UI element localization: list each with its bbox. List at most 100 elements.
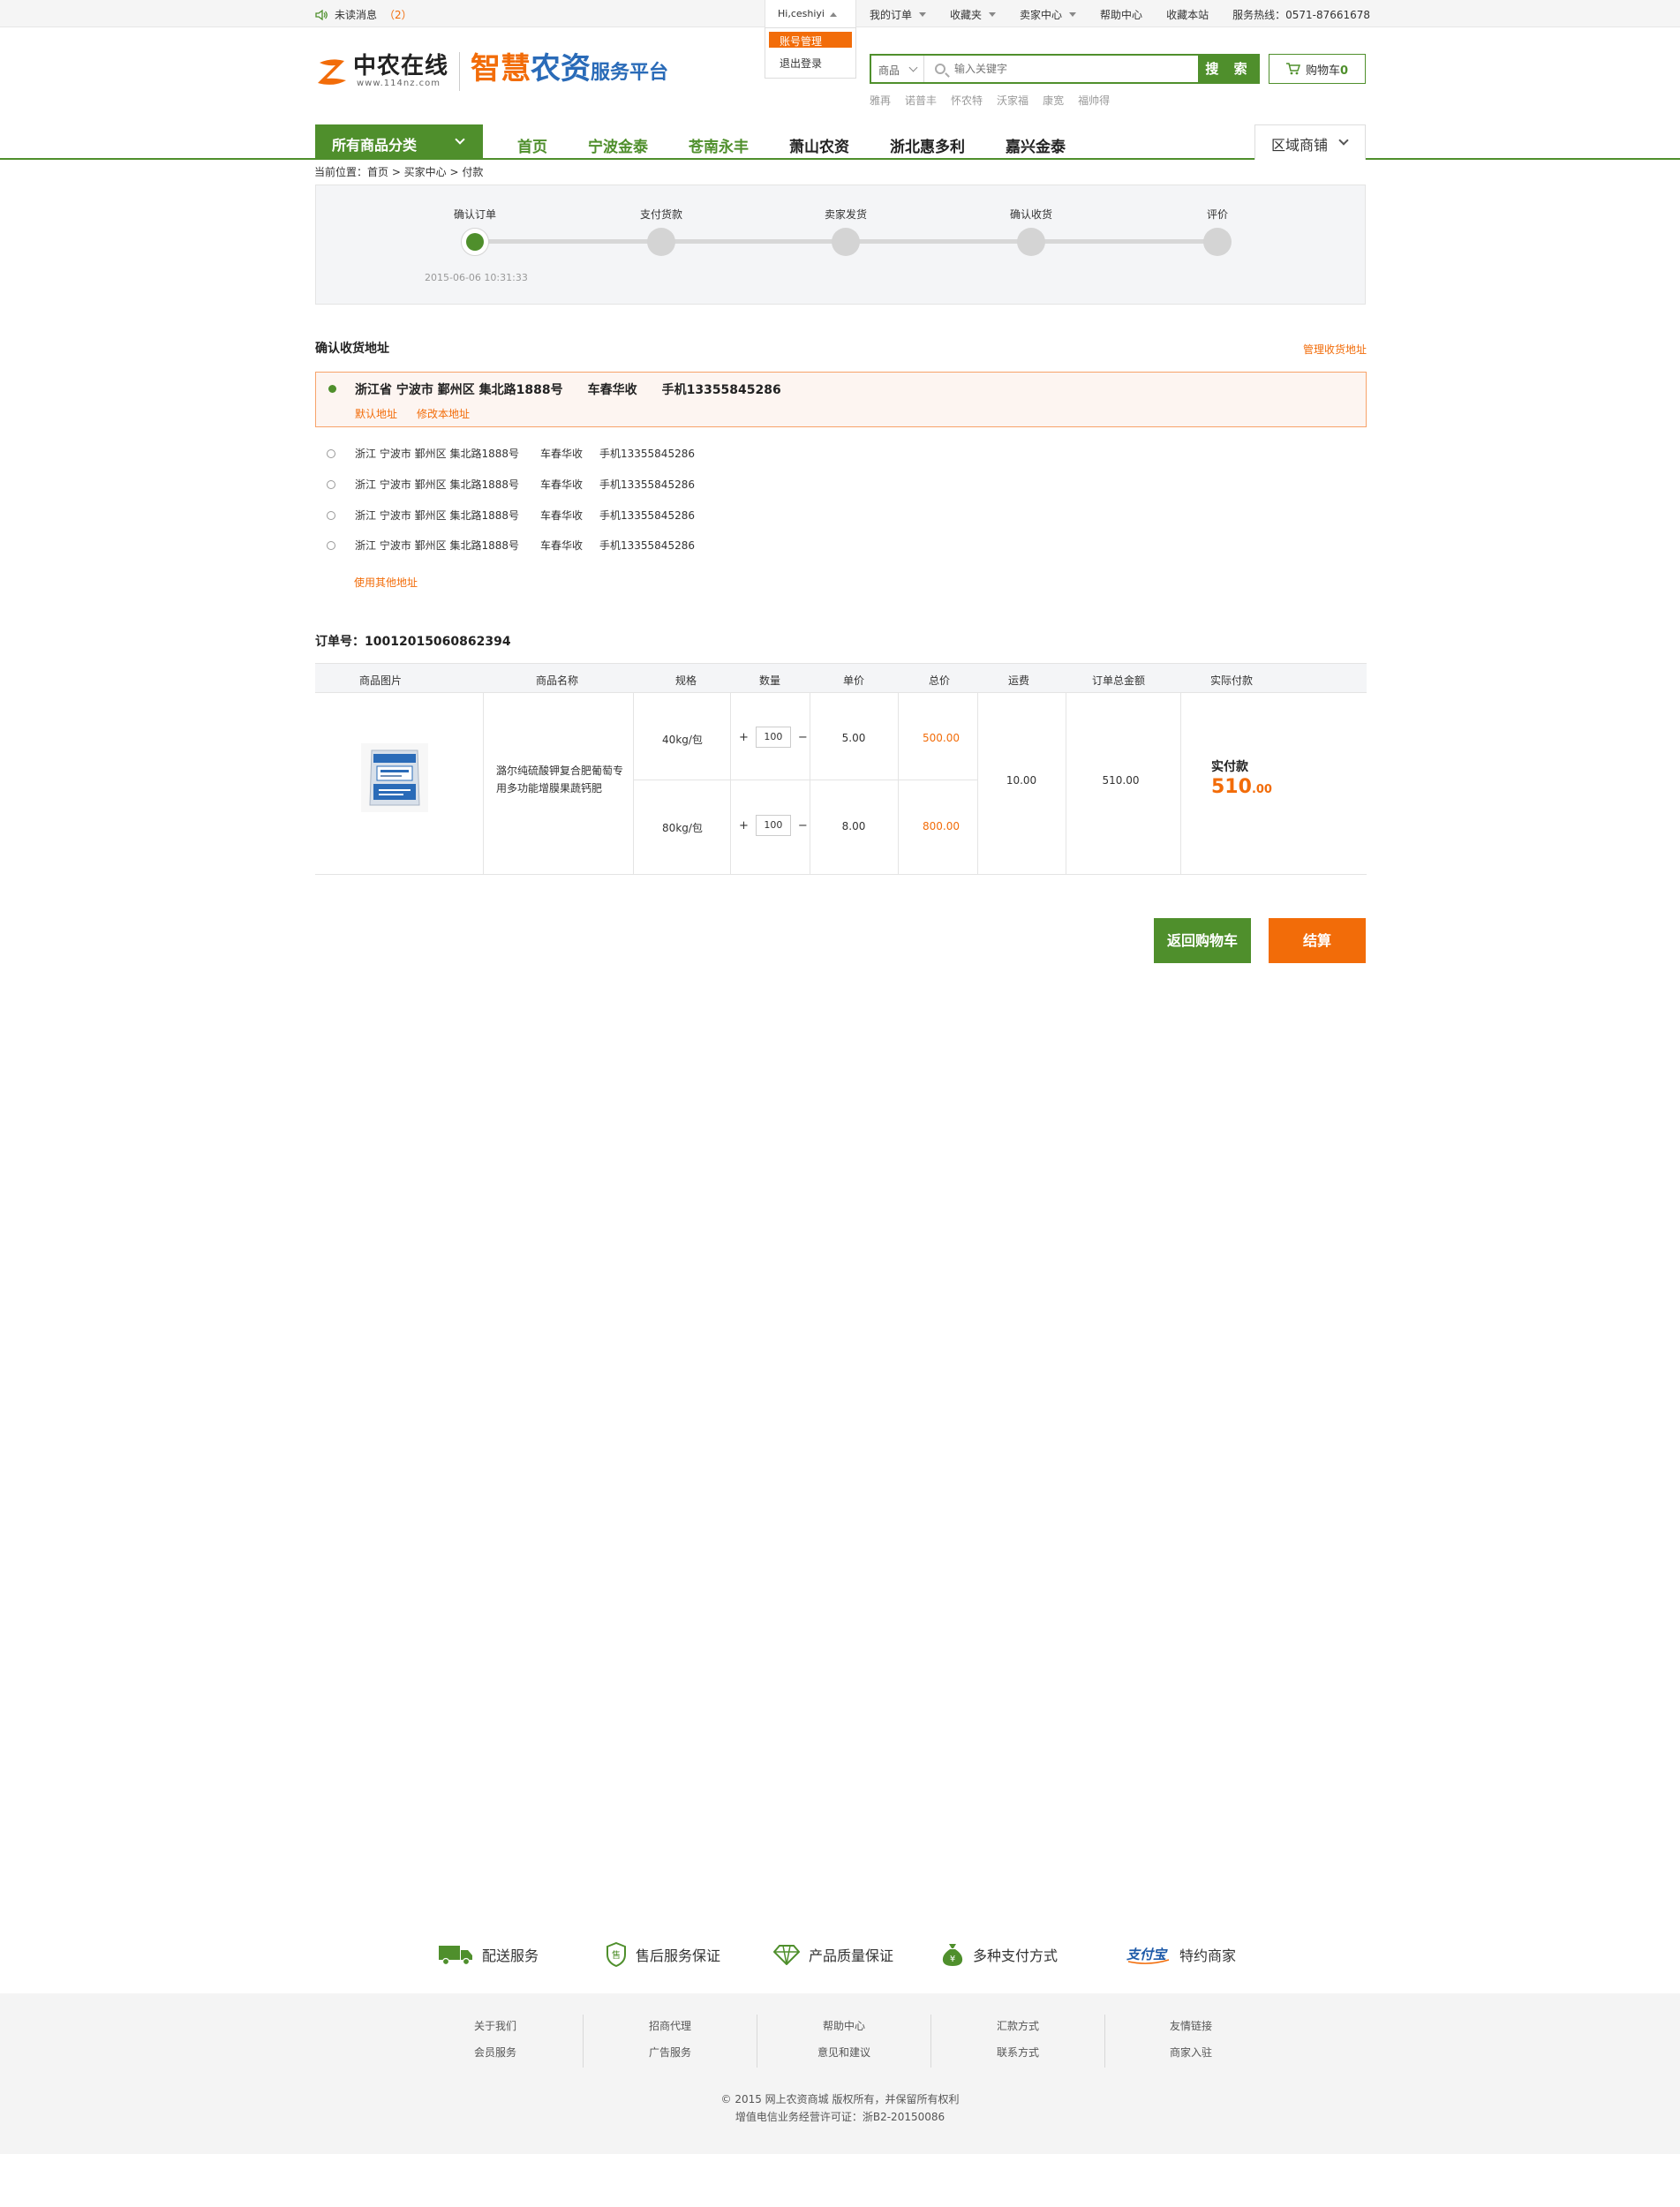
- radio-button[interactable]: [327, 540, 335, 550]
- menu-logout[interactable]: 退出登录: [765, 48, 855, 71]
- footer-link[interactable]: 会员服务: [442, 2039, 548, 2066]
- actual-payment-amount: 510.00: [1211, 776, 1272, 798]
- top-link-bookmark[interactable]: 收藏本站: [1166, 7, 1209, 22]
- col-header: 规格: [675, 674, 697, 687]
- hot-keyword[interactable]: 诺普丰: [905, 93, 937, 108]
- qty-minus-button[interactable]: −: [798, 731, 808, 744]
- qty-input[interactable]: 100: [755, 815, 791, 836]
- footer-column: 汇款方式 联系方式: [965, 2013, 1071, 2066]
- caret-down-icon: [1069, 12, 1077, 17]
- logo-slogan: 智慧农资服务平台: [471, 51, 668, 91]
- product-image[interactable]: [361, 743, 428, 812]
- default-address-link[interactable]: 默认地址: [355, 406, 397, 421]
- hot-keyword[interactable]: 怀农特: [951, 93, 983, 108]
- user-dropdown[interactable]: Hi,ceshiyi: [765, 0, 856, 27]
- top-link-favorites[interactable]: 收藏夹: [950, 7, 997, 22]
- nav-link-ningbo-jintai[interactable]: 宁波金泰: [588, 134, 648, 156]
- top-link-seller-center[interactable]: 卖家中心: [1020, 7, 1077, 22]
- settle-button[interactable]: 结算: [1269, 918, 1366, 963]
- receiver-name: 车春华收: [540, 448, 584, 460]
- progress-step-review: [1203, 228, 1232, 256]
- region-shops-dropdown[interactable]: 区域商铺: [1254, 124, 1366, 160]
- address-option[interactable]: 浙江 宁波市 鄞州区 集北路1888号 车春华收 手机13355845286: [327, 446, 695, 461]
- all-categories-button[interactable]: 所有商品分类: [315, 124, 483, 160]
- table-divider: [1180, 693, 1181, 874]
- radio-button[interactable]: [327, 479, 335, 489]
- radio-button[interactable]: [327, 510, 335, 520]
- table-divider: [898, 693, 899, 874]
- address-option[interactable]: 浙江 宁波市 鄞州区 集北路1888号 车春华收 手机13355845286: [327, 477, 695, 492]
- row-total-cell: 500.00: [923, 732, 960, 744]
- qty-input[interactable]: 100: [755, 727, 791, 748]
- logo-url: www.114nz.com: [357, 79, 441, 88]
- site-logo[interactable]: 中农在线 www.114nz.com 智慧农资服务平台: [314, 51, 668, 91]
- copyright-text: © 2015 网上农资商城 版权所有，并保留所有权利: [720, 2093, 960, 2105]
- search-button[interactable]: 搜 索: [1198, 54, 1260, 84]
- search-category-select[interactable]: 商品: [871, 56, 924, 82]
- svg-text:售: 售: [612, 1949, 621, 1961]
- nav-link-jiaxing[interactable]: 嘉兴金泰: [1006, 134, 1066, 156]
- all-categories-label: 所有商品分类: [332, 137, 418, 154]
- chevron-down-icon: [455, 134, 465, 145]
- selected-address[interactable]: 浙江省 宁波市 鄞州区 集北路1888号 车春华收 手机13355845286 …: [315, 372, 1367, 427]
- diamond-icon: [773, 1945, 800, 1965]
- nav-link-xiaoshan[interactable]: 萧山农资: [789, 134, 849, 156]
- service-delivery: 配送服务: [438, 1942, 606, 1967]
- footer-link[interactable]: 意见和建议: [791, 2039, 897, 2066]
- hot-keyword[interactable]: 康宽: [1043, 93, 1064, 108]
- payment-decimal: .00: [1251, 783, 1272, 796]
- radio-selected-icon: [328, 385, 336, 393]
- search-input[interactable]: [924, 56, 1198, 82]
- user-greeting: Hi,ceshiyi: [778, 8, 825, 19]
- edit-address-link[interactable]: 修改本地址: [417, 406, 470, 421]
- footer-link[interactable]: 友情链接: [1138, 2013, 1244, 2039]
- nav-link-zhebei[interactable]: 浙北惠多利: [890, 134, 965, 156]
- address-option[interactable]: 浙江 宁波市 鄞州区 集北路1888号 车春华收 手机13355845286: [327, 538, 695, 553]
- use-other-address-link[interactable]: 使用其他地址: [354, 575, 418, 590]
- top-link-help[interactable]: 帮助中心: [1100, 7, 1142, 22]
- footer-link[interactable]: 招商代理: [617, 2013, 723, 2039]
- service-special-merchant: 支付宝 特约商家: [1126, 1942, 1294, 1967]
- footer-link[interactable]: 联系方式: [965, 2039, 1071, 2066]
- qty-plus-button[interactable]: +: [739, 731, 749, 744]
- quantity-stepper: + 100 −: [739, 815, 808, 836]
- receiver-name: 车春华收: [540, 478, 584, 491]
- order-number: 订单号：10012015060862394: [315, 635, 511, 649]
- cart-icon: [1285, 63, 1300, 75]
- footer-link[interactable]: 商家入驻: [1138, 2039, 1244, 2066]
- back-to-cart-button[interactable]: 返回购物车: [1154, 918, 1251, 963]
- qty-plus-button[interactable]: +: [739, 819, 749, 832]
- address-option[interactable]: 浙江 宁波市 鄞州区 集北路1888号 车春华收 手机13355845286: [327, 508, 695, 523]
- category-nav: 所有商品分类 首页 宁波金泰 苍南永丰 萧山农资 浙北惠多利 嘉兴金泰 区域商铺: [0, 124, 1680, 160]
- selected-address-line: 浙江省 宁波市 鄞州区 集北路1888号 车春华收 手机13355845286: [355, 380, 806, 398]
- nav-link-home[interactable]: 首页: [517, 134, 547, 156]
- logo-divider: [459, 51, 461, 91]
- radio-button[interactable]: [327, 448, 335, 458]
- receiver-phone: 手机13355845286: [599, 478, 695, 491]
- hot-keyword[interactable]: 雅再: [870, 93, 891, 108]
- top-link-orders[interactable]: 我的订单: [870, 7, 927, 22]
- unread-messages[interactable]: 未读消息 （2）: [315, 7, 412, 22]
- chevron-down-icon: [1338, 135, 1349, 146]
- hot-keywords: 雅再 诺普丰 怀农特 沃家福 康宽 福帅得: [870, 93, 1110, 108]
- product-name[interactable]: 潞尔纯硫酸钾复合肥葡萄专用多功能增膜果蔬钙肥: [496, 762, 629, 797]
- footer-divider: [930, 2015, 931, 2068]
- hot-keyword[interactable]: 福帅得: [1078, 93, 1110, 108]
- hot-keyword[interactable]: 沃家福: [997, 93, 1028, 108]
- receiver-phone: 手机13355845286: [599, 448, 695, 460]
- nav-link-cangnan-yongfeng[interactable]: 苍南永丰: [689, 134, 749, 156]
- footer-link[interactable]: 关于我们: [442, 2013, 548, 2039]
- menu-account-management[interactable]: 账号管理: [769, 32, 852, 48]
- qty-minus-button[interactable]: −: [798, 819, 808, 832]
- footer-link[interactable]: 广告服务: [617, 2039, 723, 2066]
- footer-link[interactable]: 帮助中心: [791, 2013, 897, 2039]
- search-category-label: 商品: [878, 64, 900, 77]
- service-label: 售后服务保证: [636, 1947, 721, 1964]
- service-hotline: 服务热线：0571-87661678: [1232, 9, 1371, 21]
- cart-button[interactable]: 购物车0: [1269, 54, 1366, 84]
- row-total-cell: 800.00: [923, 820, 960, 832]
- manage-address-link[interactable]: 管理收货地址: [1303, 342, 1367, 357]
- footer-link[interactable]: 汇款方式: [965, 2013, 1071, 2039]
- top-link-label: 帮助中心: [1100, 9, 1143, 21]
- footer-divider: [583, 2015, 584, 2068]
